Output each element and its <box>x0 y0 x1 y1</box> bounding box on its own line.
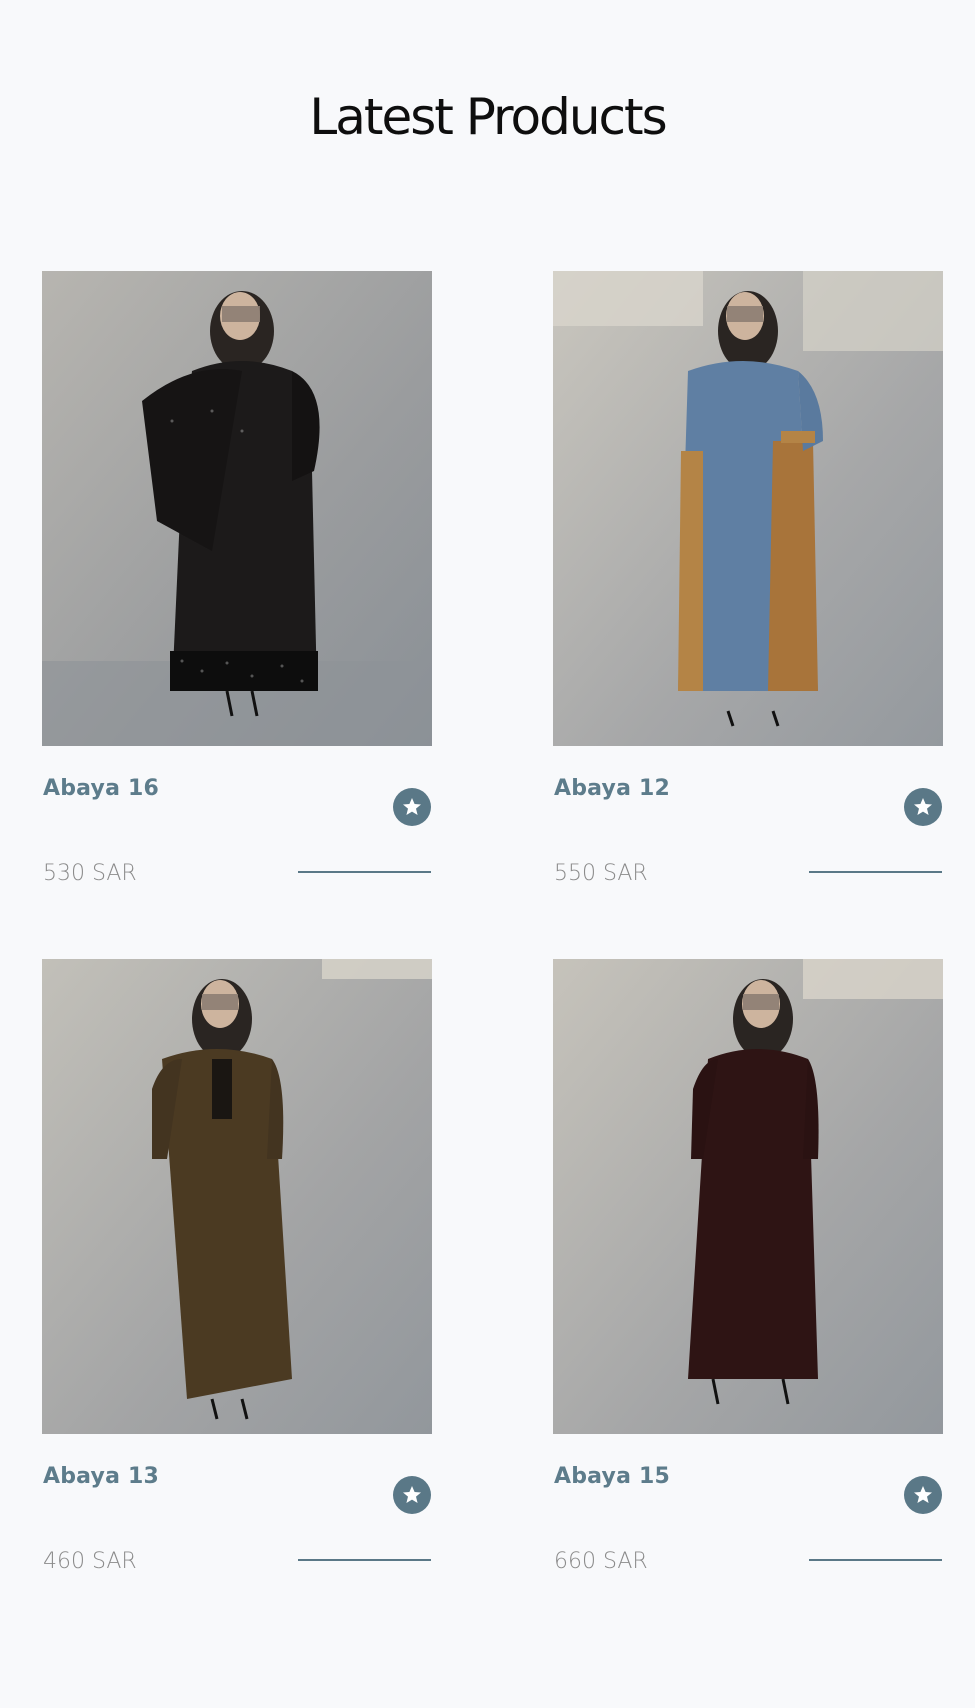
product-card[interactable]: Abaya 15 660 SAR <box>553 959 943 1574</box>
favorite-button[interactable] <box>393 1476 431 1514</box>
product-image[interactable] <box>553 959 943 1434</box>
product-image[interactable] <box>42 959 432 1434</box>
favorite-button[interactable] <box>393 788 431 826</box>
product-name[interactable]: Abaya 12 <box>554 776 670 801</box>
product-name[interactable]: Abaya 16 <box>43 776 159 801</box>
product-card[interactable]: Abaya 16 530 SAR <box>42 271 432 886</box>
product-name[interactable]: Abaya 15 <box>554 1464 670 1489</box>
divider <box>298 871 431 873</box>
product-price: 530 SAR <box>43 861 137 886</box>
product-price: 550 SAR <box>554 861 648 886</box>
divider <box>298 1559 431 1561</box>
page-title: Latest Products <box>309 88 667 146</box>
favorite-button[interactable] <box>904 1476 942 1514</box>
product-image[interactable] <box>553 271 943 746</box>
product-name[interactable]: Abaya 13 <box>43 1464 159 1489</box>
divider <box>809 871 942 873</box>
star-icon <box>403 798 421 815</box>
star-icon <box>403 1486 421 1503</box>
star-icon <box>914 798 932 815</box>
product-card[interactable]: Abaya 12 550 SAR <box>553 271 943 886</box>
star-icon <box>914 1486 932 1503</box>
favorite-button[interactable] <box>904 788 942 826</box>
product-price: 460 SAR <box>43 1549 137 1574</box>
product-image[interactable] <box>42 271 432 746</box>
product-card[interactable]: Abaya 13 460 SAR <box>42 959 432 1574</box>
divider <box>809 1559 942 1561</box>
product-price: 660 SAR <box>554 1549 648 1574</box>
